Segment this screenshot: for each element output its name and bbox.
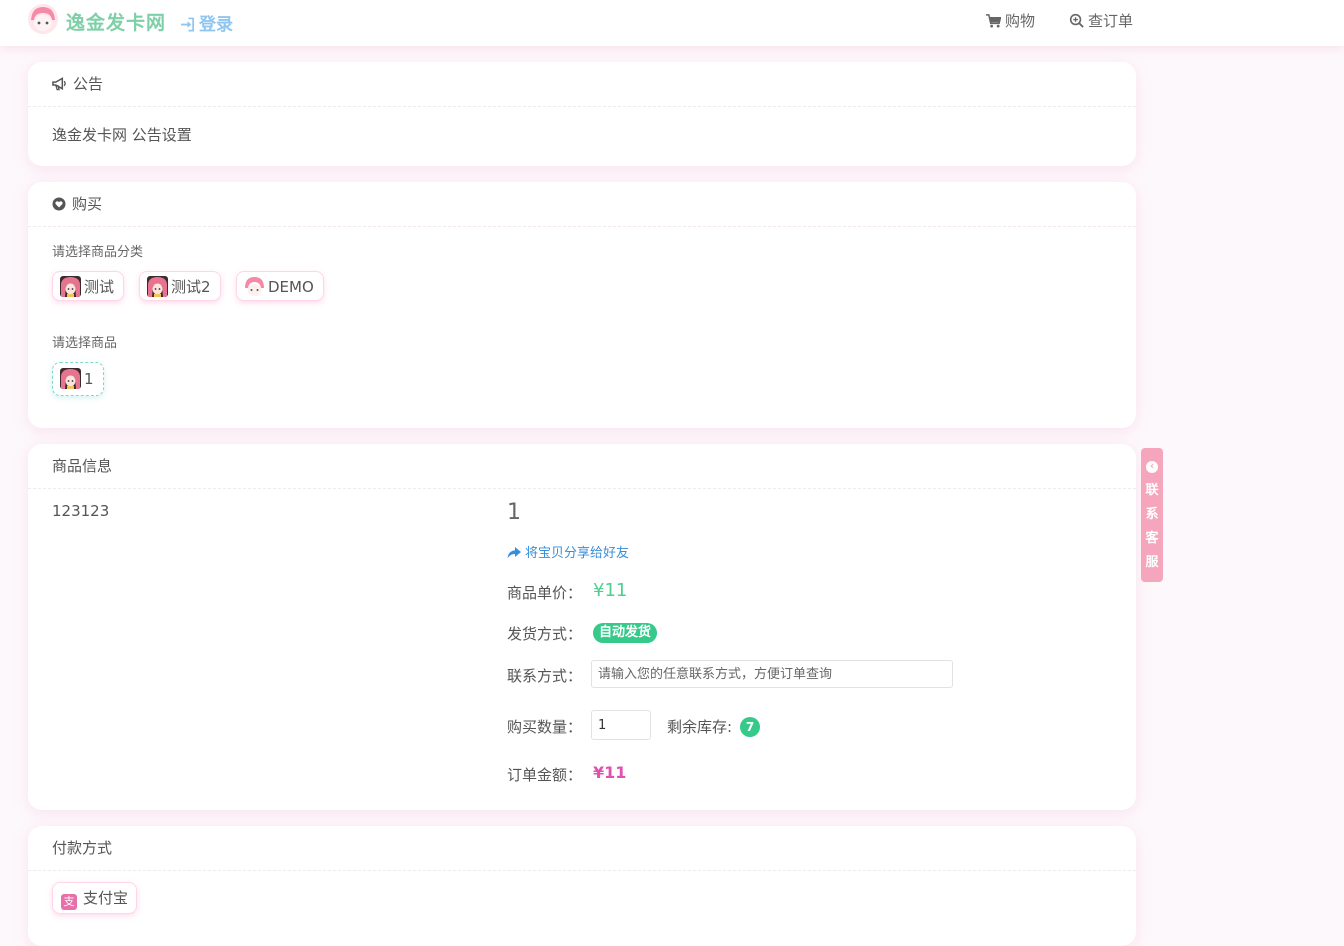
product-chip-label: 1 [84, 370, 94, 388]
quantity-input[interactable] [591, 710, 651, 740]
login-link[interactable]: 登录 [180, 10, 233, 35]
site-logo-avatar[interactable] [28, 4, 58, 34]
total-label: 订单金额： [507, 766, 583, 784]
product-chip[interactable]: 1 [52, 362, 104, 396]
contact-service-label: 联系客服 [1145, 483, 1159, 570]
category-chip[interactable]: 测试2 [139, 271, 221, 301]
order-total: ¥11 [593, 763, 627, 782]
notice-content: 逸金发卡网 公告设置 [52, 126, 192, 144]
shopping-cart-icon [986, 14, 1002, 28]
contact-service-tab[interactable]: ‹ 联系客服 [1141, 448, 1163, 582]
payment-title: 付款方式 [52, 839, 113, 857]
anime-avatar-icon [147, 276, 168, 297]
nav-order-query[interactable]: 查订单 [1069, 10, 1133, 31]
heart-circle-icon [52, 197, 66, 211]
contact-label: 联系方式： [507, 667, 583, 685]
stock-count-badge: 7 [740, 717, 760, 737]
payment-card: 付款方式 支支付宝 [28, 826, 1136, 946]
product-info-title: 商品信息 [52, 457, 113, 475]
share-link[interactable]: 将宝贝分享给好友 [507, 542, 629, 561]
stock-label: 剩余库存: [667, 718, 733, 736]
delivery-badge: 自动发货 [593, 623, 658, 643]
product-info-card: 商品信息 123123 1 将宝贝分享给好友 商品单价： ¥11 发货方式： 自… [28, 444, 1136, 810]
buy-card: 购买 请选择商品分类 测试 测试2 DEMO 请选择商品 1 [28, 182, 1136, 428]
nav-cart-label: 购物 [1005, 12, 1036, 30]
product-info-header: 商品信息 [28, 444, 1136, 489]
search-plus-icon [1069, 13, 1084, 28]
alipay-icon: 支 [61, 894, 77, 910]
price-label: 商品单价： [507, 584, 583, 602]
bullhorn-icon [52, 77, 66, 91]
payment-method-label: 支付宝 [83, 889, 129, 907]
category-chip[interactable]: DEMO [236, 271, 324, 301]
login-label: 登录 [199, 15, 233, 35]
anime-avatar-icon [60, 368, 81, 389]
quantity-label: 购买数量： [507, 718, 583, 736]
category-chip-label: 测试 [84, 278, 115, 296]
product-description: 123123 [52, 502, 110, 520]
product-label: 请选择商品 [52, 336, 118, 351]
nav-cart[interactable]: 购物 [986, 10, 1035, 31]
share-icon [507, 547, 521, 559]
sign-in-icon [180, 17, 194, 32]
unit-price: ¥11 [593, 580, 628, 601]
nav-order-query-label: 查订单 [1088, 12, 1134, 30]
site-brand-name[interactable]: 逸金发卡网 [66, 8, 166, 35]
product-name: 1 [507, 500, 521, 525]
chevron-left-icon: ‹ [1146, 461, 1158, 473]
contact-input[interactable] [591, 660, 953, 688]
anime-avatar-icon [60, 276, 81, 297]
category-chip-label: 测试2 [171, 278, 211, 296]
notice-header: 公告 [28, 62, 1136, 107]
pink-hair-avatar-icon [244, 276, 265, 297]
category-chip-label: DEMO [268, 278, 314, 296]
notice-card: 公告 逸金发卡网 公告设置 [28, 62, 1136, 166]
top-navbar: 逸金发卡网 登录 购物 查订单 [0, 0, 1344, 46]
buy-header: 购买 [28, 182, 1136, 227]
category-label: 请选择商品分类 [52, 245, 144, 260]
delivery-label: 发货方式： [507, 625, 583, 643]
category-chip[interactable]: 测试 [52, 271, 125, 301]
buy-title: 购买 [72, 195, 103, 213]
notice-title: 公告 [73, 75, 104, 93]
share-label: 将宝贝分享给好友 [525, 546, 630, 561]
payment-header: 付款方式 [28, 826, 1136, 871]
payment-method-alipay[interactable]: 支支付宝 [52, 882, 138, 914]
